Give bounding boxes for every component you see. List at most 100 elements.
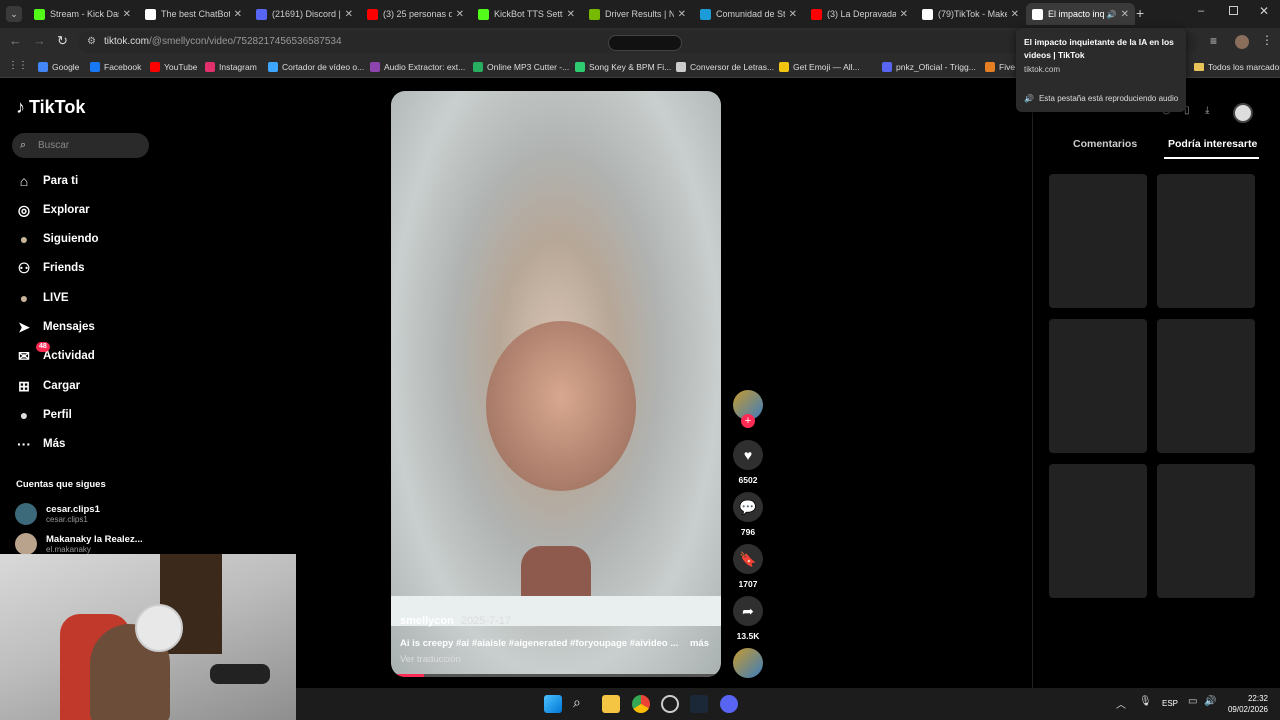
bookmark-item[interactable]: Audio Extractor: ext...: [370, 60, 465, 74]
bookmark-item[interactable]: pnkz_Oficial - Trigg...: [882, 60, 976, 74]
tab-close-icon[interactable]: ✕: [900, 9, 908, 20]
sidebar-item-live[interactable]: ● LIVE: [15, 287, 69, 309]
video-thumbnail[interactable]: [1049, 319, 1147, 453]
system-clock[interactable]: 22:32 09/02/2026: [1228, 693, 1268, 715]
browser-tab[interactable]: Stream - Kick Das ✕: [28, 3, 137, 25]
video-thumbnail[interactable]: [1157, 174, 1255, 308]
bookmark-item[interactable]: Online MP3 Cutter -...: [473, 60, 569, 74]
bookmark-item[interactable]: Instagram: [205, 60, 257, 74]
comment-button[interactable]: 💬 796: [733, 492, 763, 537]
translate-link[interactable]: Ver traducción: [400, 654, 461, 665]
video-author[interactable]: smellycon 2025-7-17: [400, 615, 511, 627]
steam-icon[interactable]: [690, 695, 708, 713]
follow-plus-icon[interactable]: +: [741, 414, 755, 428]
folder-icon: [1194, 63, 1204, 71]
tab-close-icon[interactable]: ✕: [234, 9, 242, 20]
video-progress-bar[interactable]: [391, 674, 721, 677]
like-button[interactable]: ♥ 6502: [733, 440, 763, 485]
windows-start-icon[interactable]: [544, 695, 562, 713]
sidebar-item-mensajes[interactable]: ➤ Mensajes: [15, 316, 95, 338]
video-thumbnail[interactable]: [1157, 319, 1255, 453]
minimize-button[interactable]: –: [1198, 5, 1204, 17]
browser-tab[interactable]: (3) La Depravada ✕: [805, 3, 914, 25]
browser-tab[interactable]: The best ChatBot ✕: [139, 3, 248, 25]
browser-menu-icon[interactable]: ⋮: [1261, 33, 1273, 47]
sidebar-item-actividad[interactable]: ✉ 48 Actividad: [15, 342, 95, 367]
sidebar-item-cargar[interactable]: ⊞ Cargar: [15, 375, 80, 397]
tab-close-icon[interactable]: ✕: [1011, 9, 1019, 20]
followed-account[interactable]: cesar.clips1 cesar.clips1: [15, 503, 100, 525]
tab-close-icon[interactable]: ✕: [456, 9, 464, 20]
browser-tab[interactable]: (79)TikTok - Make ✕: [916, 3, 1025, 25]
sidebar-item-para-ti[interactable]: ⌂ Para ti: [15, 170, 78, 192]
new-tab-button[interactable]: +: [1136, 5, 1144, 21]
microphone-icon[interactable]: 🎙: [1139, 696, 1152, 707]
language-indicator[interactable]: ESP: [1162, 699, 1178, 708]
search-icon[interactable]: ⌕: [573, 694, 581, 711]
tab-close-icon[interactable]: ✕: [123, 9, 131, 20]
search-input[interactable]: ⌕ Buscar: [12, 133, 149, 158]
sidebar-item-friends[interactable]: ⚇ Friends: [15, 257, 85, 279]
caption-more-link[interactable]: más: [690, 638, 709, 649]
browser-tab[interactable]: El impacto inq 🔊 ✕: [1026, 3, 1135, 25]
bookmark-item[interactable]: Five: [985, 60, 1015, 74]
tab-audio-icon[interactable]: 🔊: [1107, 10, 1117, 19]
video-thumbnail[interactable]: [1049, 174, 1147, 308]
site-info-icon[interactable]: ⚙: [87, 31, 96, 53]
sidebar-item-m-s[interactable]: ··· Más: [15, 433, 65, 455]
tab-close-icon[interactable]: ✕: [1121, 9, 1129, 20]
forward-icon[interactable]: →: [33, 33, 46, 48]
bookmark-item[interactable]: Conversor de Letras...: [676, 60, 774, 74]
bookmark-item[interactable]: Cortador de vídeo o...: [268, 60, 364, 74]
tab-close-icon[interactable]: ✕: [678, 9, 686, 20]
sound-disc-button[interactable]: [733, 648, 763, 678]
reading-list-icon[interactable]: ≡: [1210, 34, 1217, 48]
tab-close-icon[interactable]: ✕: [567, 9, 575, 20]
video-thumbnail[interactable]: [1157, 464, 1255, 598]
video-thumbnail[interactable]: [1049, 464, 1147, 598]
profile-avatar[interactable]: [1235, 35, 1249, 49]
profile-avatar[interactable]: [1233, 103, 1253, 123]
browser-tab[interactable]: (21691) Discord | ✕: [250, 3, 359, 25]
download-icon[interactable]: ⤓: [1205, 105, 1209, 116]
all-bookmarks-link[interactable]: Todos los marcadores: [1194, 60, 1280, 74]
share-button[interactable]: ➦ 13.5K: [733, 596, 763, 641]
close-window-button[interactable]: ✕: [1259, 4, 1269, 18]
tab-close-icon[interactable]: ✕: [789, 9, 797, 20]
bookmark-item[interactable]: Facebook: [90, 60, 141, 74]
browser-tab[interactable]: (3) 25 personas d ✕: [361, 3, 470, 25]
sidebar-item-explorar[interactable]: ◎ Explorar: [15, 199, 90, 221]
network-icon[interactable]: ▭: [1188, 696, 1197, 707]
tab-podria-interesarte[interactable]: Podría interesarte: [1168, 138, 1257, 150]
sidebar-item-siguiendo[interactable]: ● Siguiendo: [15, 228, 99, 250]
tiktok-logo[interactable]: ♪ TikTok: [16, 97, 85, 118]
apps-icon[interactable]: ⋮⋮: [8, 60, 28, 71]
chrome-icon[interactable]: [632, 695, 650, 713]
tab-search-button[interactable]: ⌄: [6, 6, 22, 22]
bookmark-item[interactable]: YouTube: [150, 60, 197, 74]
more-icon: ···: [17, 436, 31, 452]
discord-icon[interactable]: [720, 695, 738, 713]
back-icon[interactable]: ←: [9, 33, 22, 48]
tab-close-icon[interactable]: ✕: [345, 9, 353, 20]
video-player[interactable]: smellycon 2025-7-17 Ai is creepy #ai #ai…: [391, 91, 721, 677]
browser-tab[interactable]: Driver Results | N ✕: [583, 3, 692, 25]
following-header: Cuentas que sigues: [16, 479, 106, 490]
bookmark-item[interactable]: Get Emoji — All...: [779, 60, 860, 74]
browser-tab[interactable]: KickBot TTS Settin ✕: [472, 3, 581, 25]
file-explorer-icon[interactable]: [602, 695, 620, 713]
reload-icon[interactable]: ↻: [57, 33, 68, 49]
volume-icon[interactable]: 🔊: [1204, 696, 1216, 707]
browser-tab[interactable]: Comunidad de St ✕: [694, 3, 803, 25]
bookmark-item[interactable]: Song Key & BPM Fi...: [575, 60, 671, 74]
save-button[interactable]: 🔖 1707: [733, 544, 763, 589]
author-avatar-button[interactable]: +: [733, 390, 763, 428]
app-icon[interactable]: [661, 695, 679, 713]
restore-button[interactable]: [1229, 6, 1238, 15]
sidebar-item-perfil[interactable]: ● Perfil: [15, 404, 72, 426]
bookmark-item[interactable]: Google: [38, 60, 79, 74]
followed-account[interactable]: Makanaky la Realez... el.makanaky: [15, 533, 143, 555]
sidebar-item-label: Para ti: [43, 175, 79, 187]
tray-chevron-icon[interactable]: ︿: [1116, 696, 1126, 711]
tab-comentarios[interactable]: Comentarios: [1073, 138, 1137, 150]
